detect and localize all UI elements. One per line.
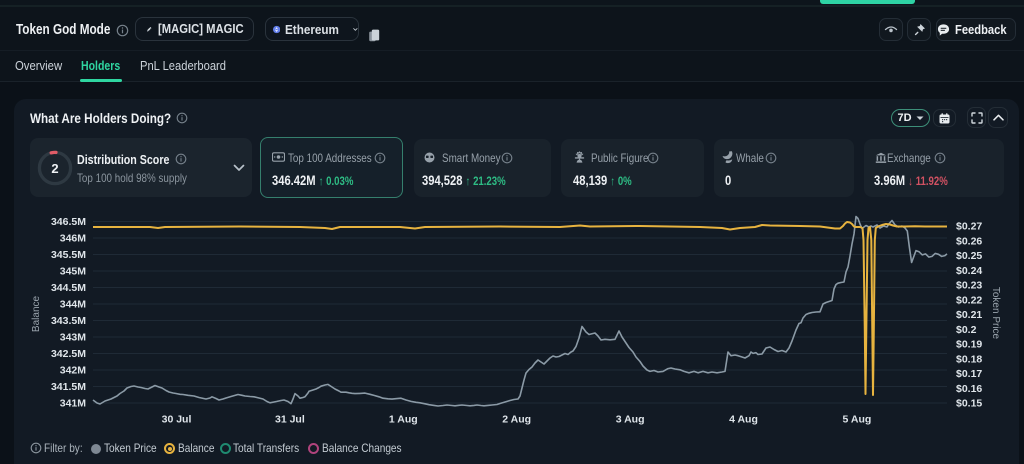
svg-text:Token Price: Token Price: [990, 287, 1001, 340]
svg-text:31 Jul: 31 Jul: [275, 413, 305, 425]
svg-text:343.5M: 343.5M: [51, 315, 86, 327]
svg-text:344M: 344M: [60, 299, 87, 311]
svg-text:2: 2: [51, 161, 58, 176]
svg-text:$0.17: $0.17: [956, 368, 982, 380]
svg-text:$0.25: $0.25: [956, 250, 982, 262]
svg-text:1 Aug: 1 Aug: [389, 413, 418, 425]
svg-text:343M: 343M: [60, 332, 87, 344]
svg-text:$0.27: $0.27: [956, 221, 982, 233]
svg-text:5 Aug: 5 Aug: [843, 413, 872, 425]
svg-text:345.5M: 345.5M: [51, 249, 86, 261]
svg-text:$0.22: $0.22: [956, 294, 982, 306]
svg-text:344.5M: 344.5M: [51, 282, 86, 294]
svg-text:346.5M: 346.5M: [51, 216, 86, 228]
svg-text:$0.15: $0.15: [956, 398, 982, 410]
svg-text:341.5M: 341.5M: [51, 381, 86, 393]
svg-text:$0.24: $0.24: [956, 265, 982, 277]
svg-text:2 Aug: 2 Aug: [502, 413, 531, 425]
svg-text:4 Aug: 4 Aug: [729, 413, 758, 425]
svg-text:Balance: Balance: [31, 295, 42, 332]
svg-text:346M: 346M: [60, 233, 87, 245]
svg-text:3 Aug: 3 Aug: [616, 413, 645, 425]
svg-text:342M: 342M: [60, 365, 87, 377]
svg-text:342.5M: 342.5M: [51, 348, 86, 360]
svg-text:$0.23: $0.23: [956, 280, 982, 292]
svg-text:$0.26: $0.26: [956, 235, 982, 247]
svg-text:$0.2: $0.2: [956, 324, 977, 336]
svg-text:341M: 341M: [60, 398, 87, 410]
svg-text:$0.21: $0.21: [956, 309, 982, 321]
svg-text:$0.18: $0.18: [956, 353, 982, 365]
svg-text:$0.16: $0.16: [956, 383, 982, 395]
svg-text:$0.19: $0.19: [956, 339, 982, 351]
svg-text:345M: 345M: [60, 266, 87, 278]
svg-text:30 Jul: 30 Jul: [162, 413, 192, 425]
